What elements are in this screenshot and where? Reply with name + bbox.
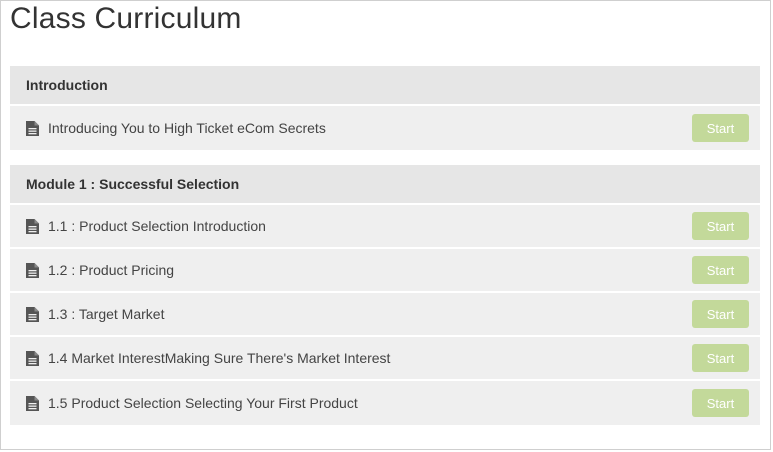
section-header: Introduction bbox=[10, 66, 760, 106]
lesson-row[interactable]: 1.4 Market InterestMaking Sure There's M… bbox=[10, 337, 760, 381]
curriculum-section-introduction: Introduction Introducing You to High Tic… bbox=[10, 66, 760, 150]
lesson-row[interactable]: 1.1 : Product Selection Introduction Sta… bbox=[10, 205, 760, 249]
document-icon bbox=[26, 120, 39, 136]
lesson-title: 1.1 : Product Selection Introduction bbox=[48, 218, 266, 234]
page-title: Class Curriculum bbox=[10, 2, 242, 35]
start-button[interactable]: Start bbox=[692, 300, 749, 328]
document-icon bbox=[26, 395, 39, 411]
start-button[interactable]: Start bbox=[692, 114, 749, 142]
document-icon bbox=[26, 262, 39, 278]
lesson-title: 1.4 Market InterestMaking Sure There's M… bbox=[48, 350, 391, 366]
lesson-title: Introducing You to High Ticket eCom Secr… bbox=[48, 120, 326, 136]
section-header: Module 1 : Successful Selection bbox=[10, 165, 760, 205]
lesson-title: 1.3 : Target Market bbox=[48, 306, 165, 322]
curriculum-section-module-1: Module 1 : Successful Selection 1.1 : Pr… bbox=[10, 165, 760, 425]
lesson-title: 1.5 Product Selection Selecting Your Fir… bbox=[48, 395, 358, 411]
lesson-title: 1.2 : Product Pricing bbox=[48, 262, 175, 278]
start-button[interactable]: Start bbox=[692, 256, 749, 284]
start-button[interactable]: Start bbox=[692, 389, 749, 417]
document-icon bbox=[26, 218, 39, 234]
lesson-row[interactable]: 1.2 : Product Pricing Start bbox=[10, 249, 760, 293]
document-icon bbox=[26, 350, 39, 366]
start-button[interactable]: Start bbox=[692, 344, 749, 372]
lesson-row[interactable]: 1.5 Product Selection Selecting Your Fir… bbox=[10, 381, 760, 425]
lesson-row[interactable]: 1.3 : Target Market Start bbox=[10, 293, 760, 337]
lesson-row[interactable]: Introducing You to High Ticket eCom Secr… bbox=[10, 106, 760, 150]
start-button[interactable]: Start bbox=[692, 212, 749, 240]
document-icon bbox=[26, 306, 39, 322]
